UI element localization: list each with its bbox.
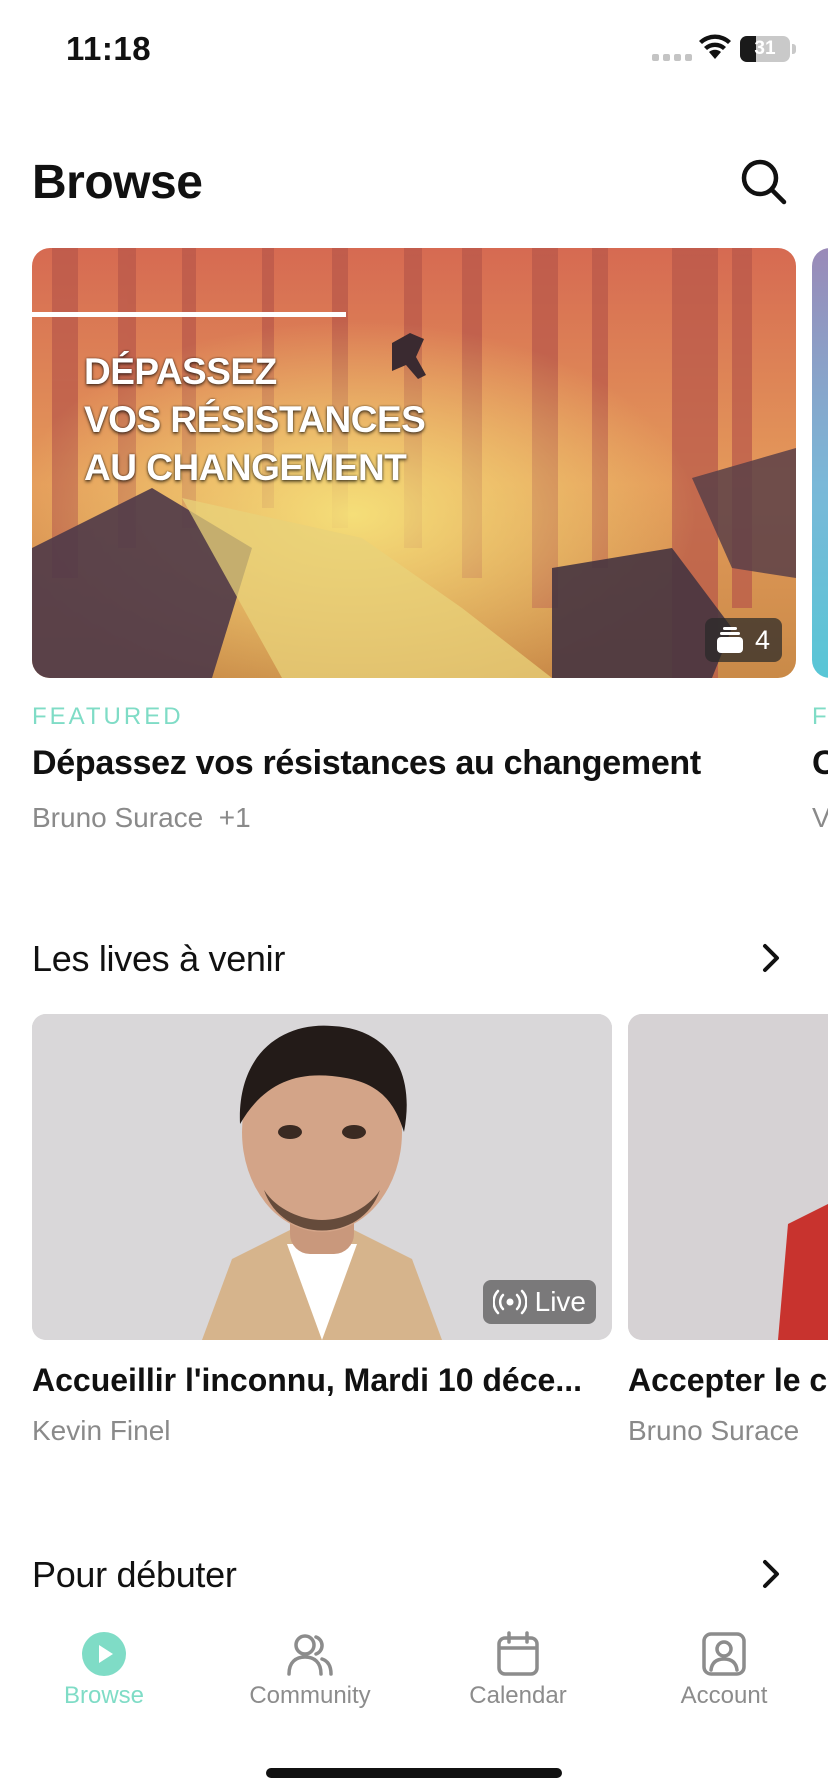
next-featured-card[interactable] bbox=[812, 248, 828, 678]
featured-extra-authors: +1 bbox=[218, 802, 251, 833]
hero-progress-line bbox=[32, 312, 346, 317]
lives-section-title[interactable]: Les lives à venir bbox=[32, 938, 285, 980]
calendar-icon bbox=[497, 1631, 539, 1676]
wifi-icon bbox=[699, 34, 731, 59]
battery-level: 31 bbox=[754, 38, 776, 59]
tab-bar: Browse Community Calendar Account bbox=[0, 1612, 828, 1792]
live-card[interactable]: Live bbox=[32, 1014, 612, 1340]
episode-count-badge: 4 bbox=[704, 618, 782, 662]
featured-card[interactable]: DÉPASSEZ VOS RÉSISTANCES AU CHANGEMENT 4 bbox=[32, 248, 796, 678]
account-icon bbox=[702, 1632, 746, 1676]
tab-browse[interactable]: Browse bbox=[14, 1630, 194, 1710]
users-icon bbox=[287, 1634, 333, 1676]
battery-tip bbox=[792, 44, 796, 54]
next-featured-label: F bbox=[812, 703, 827, 730]
search-icon[interactable] bbox=[738, 156, 790, 208]
tab-community-label: Community bbox=[249, 1682, 371, 1709]
status-time: 11:18 bbox=[66, 30, 152, 67]
status-bar: 11:18 31 bbox=[0, 0, 828, 100]
live-title[interactable]: Accueillir l'inconnu, Mardi 10 déce... bbox=[32, 1362, 612, 1399]
featured-authors: Bruno Surace +1 bbox=[32, 802, 251, 834]
chevron-right-icon[interactable] bbox=[756, 938, 786, 978]
page-title: Browse bbox=[32, 156, 203, 209]
episode-count: 4 bbox=[754, 624, 770, 655]
tab-community[interactable]: Community bbox=[220, 1630, 400, 1710]
play-circle-icon bbox=[82, 1632, 126, 1676]
beginner-section-title[interactable]: Pour débuter bbox=[32, 1554, 237, 1596]
featured-label: FEATURED bbox=[32, 703, 184, 730]
tab-account[interactable]: Account bbox=[634, 1630, 814, 1710]
live-badge: Live bbox=[482, 1280, 596, 1324]
home-indicator bbox=[266, 1768, 562, 1778]
cellular-signal-icon bbox=[652, 54, 692, 61]
tab-calendar-label: Calendar bbox=[469, 1682, 567, 1709]
battery-icon: 31 bbox=[740, 36, 790, 62]
live-author: Kevin Finel bbox=[32, 1415, 171, 1446]
next-featured-title[interactable]: C bbox=[812, 744, 828, 783]
broadcast-icon bbox=[492, 1289, 527, 1315]
speaker-photo bbox=[628, 1014, 828, 1340]
tab-calendar[interactable]: Calendar bbox=[428, 1630, 608, 1710]
live-author: Bruno Surace bbox=[628, 1415, 800, 1446]
featured-image-text: DÉPASSEZ VOS RÉSISTANCES AU CHANGEMENT bbox=[84, 351, 426, 488]
tab-browse-label: Browse bbox=[63, 1682, 145, 1709]
live-card[interactable] bbox=[628, 1014, 828, 1340]
featured-title[interactable]: Dépassez vos résistances au changement bbox=[32, 744, 701, 783]
stack-icon bbox=[716, 627, 743, 653]
live-title[interactable]: Accepter le cl bbox=[628, 1362, 828, 1399]
live-badge-label: Live bbox=[534, 1286, 586, 1317]
tab-account-label: Account bbox=[680, 1682, 768, 1709]
chevron-right-icon[interactable] bbox=[756, 1554, 786, 1594]
next-featured-subtitle: V bbox=[812, 802, 828, 833]
featured-author: Bruno Surace bbox=[32, 802, 204, 833]
